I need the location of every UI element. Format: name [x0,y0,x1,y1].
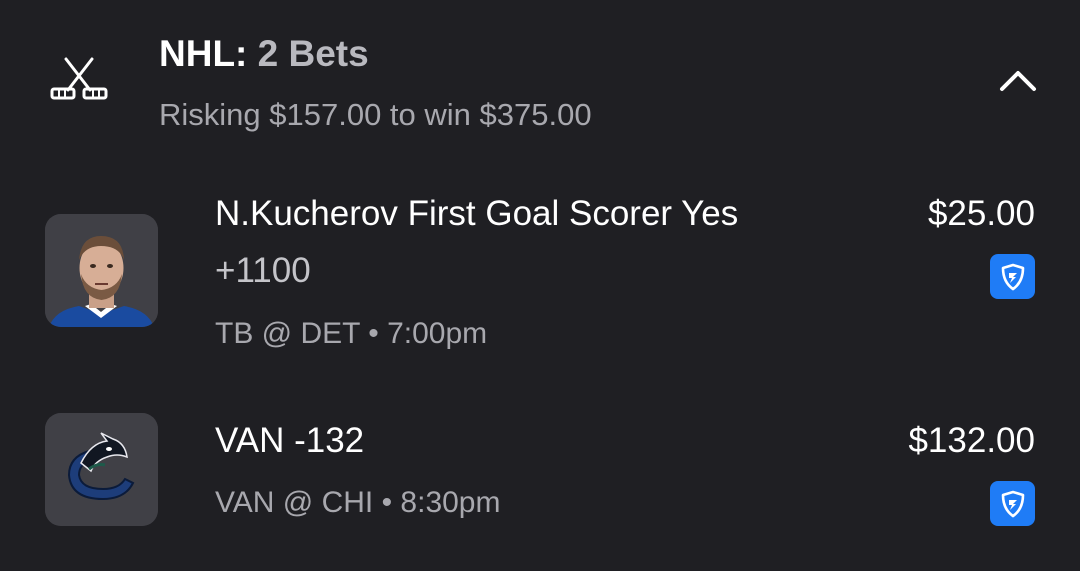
bet-title: VAN -132 [215,421,365,460]
canucks-logo [45,413,158,526]
risk-summary: Risking $157.00 to win $375.00 [159,97,592,132]
bet-title: N.Kucherov First Goal Scorer Yes [215,194,739,233]
sport-label: NHL: [159,33,248,74]
chevron-up-icon[interactable] [996,62,1040,98]
bet-matchup: VAN @ CHI • 8:30pm [215,486,501,519]
bet-amount: $132.00 [908,421,1035,460]
fanduel-shield-icon[interactable] [990,254,1035,299]
fanduel-shield-icon[interactable] [990,481,1035,526]
bet-amount: $25.00 [927,194,1035,233]
player-headshot [45,214,158,327]
hockey-sticks-icon [50,56,108,102]
bet-matchup: TB @ DET • 7:00pm [215,317,488,350]
section-title: NHL: 2 Bets [159,32,369,76]
bet-odds: +1100 [215,251,311,290]
bet-count-label: 2 Bets [257,33,369,74]
